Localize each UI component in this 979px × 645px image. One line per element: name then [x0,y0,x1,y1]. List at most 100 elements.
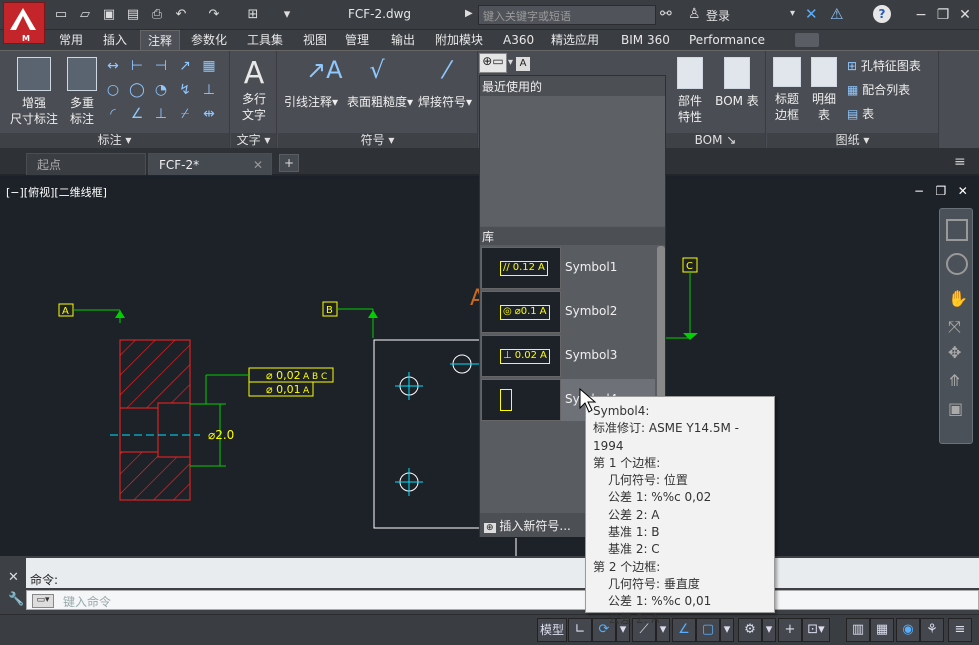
library-symbol-item[interactable]: ⊥ 0.02 A Symbol3 [481,335,655,377]
restore-icon[interactable]: ❐ [932,4,954,26]
ribbon-tab[interactable]: 常用 [52,30,90,50]
print-icon[interactable]: ⎙ [148,6,166,24]
angle-dim-icon[interactable]: ∠ [128,105,146,123]
save-icon[interactable]: ▣ [100,6,118,24]
space-dim-icon[interactable]: ⇹ [200,105,218,123]
minimize-icon[interactable]: − [910,4,932,26]
new-tab-icon[interactable]: + [279,154,299,172]
login-dropdown-icon[interactable]: ▾ [790,8,795,19]
crosshair-icon[interactable]: + [778,618,802,642]
text-panel-title[interactable]: 文字 ▾ [231,133,276,148]
redo-icon[interactable]: ↷ [205,6,223,24]
orbit-icon[interactable]: ✥ [948,343,961,362]
multiline-text-button[interactable]: A 多行 文字 [235,57,273,123]
datum-id-icon[interactable]: A [516,57,530,71]
chain-dim-icon[interactable]: ⊥ [152,105,170,123]
tab-list-icon[interactable]: ≡ [954,154,966,170]
fit-list-button[interactable]: ▦ 配合列表 [847,81,910,98]
command-input[interactable]: 键入命令 [26,590,979,610]
symbol-panel-title[interactable]: 符号 ▾ [278,133,477,148]
customization-icon[interactable]: ⚘ [920,618,944,642]
parts-list-button[interactable]: 明细 表 [807,57,841,123]
binoculars-icon[interactable]: ⚯ [660,6,672,22]
ribbon-tab[interactable]: Performance [682,30,772,50]
dimension-panel-title[interactable]: 标注 ▾ [0,133,229,148]
model-space-button[interactable]: 模型 [537,618,567,642]
ribbon-minimize-toggle[interactable] [795,33,819,47]
surface-texture-button[interactable]: 表面粗糙度▾ [347,93,413,110]
ribbon-tab[interactable]: 管理 [338,30,376,50]
diameter-dim-icon[interactable]: ◯ [128,81,146,99]
ribbon-tab[interactable]: 插入 [96,30,134,50]
status-menu-icon[interactable]: ≡ [948,618,972,642]
dim-style-icon[interactable]: ▦ [200,57,218,75]
exchange-icon[interactable]: ✕ [805,5,818,23]
close-icon[interactable]: ✕ [954,4,976,26]
ribbon-tab[interactable]: 附加模块 [428,30,490,50]
ribbon-tab[interactable]: A360 [496,30,541,50]
grid-icon[interactable]: ∟ [568,618,592,642]
undo-icon[interactable]: ↶ [172,6,190,24]
new-file-icon[interactable]: ▭ [52,6,70,24]
ribbon-tab[interactable]: 精选应用 [544,30,606,50]
save-as-icon[interactable]: ▤ [124,6,142,24]
library-symbol-item[interactable]: ◎ ⌀0.1 A Symbol2 [481,291,655,333]
ribbon-tab[interactable]: 注释 [140,30,181,50]
zoom-icon[interactable]: ⤧ [948,317,961,337]
close-tab-icon[interactable]: ✕ [253,154,263,176]
library-symbol-item[interactable]: //0.12 A Symbol1 [481,247,655,289]
ribbon-tab[interactable]: 工具集 [240,30,290,50]
title-block-button[interactable]: 标题 边框 [769,57,805,123]
doc-tab-start[interactable]: 起点 [26,153,146,175]
walk-icon[interactable]: ⤊ [948,371,961,390]
viewcube-icon[interactable] [946,219,968,241]
vp-close-icon[interactable]: ✕ [958,184,968,198]
command-prompt-icon[interactable]: ▭▾ [32,594,54,608]
clean-screen-icon[interactable]: ◉ [896,618,920,642]
arc-dim-icon[interactable]: ◜ [104,105,122,123]
workspace-icon[interactable]: ⊞ [244,6,262,24]
search-expand-icon[interactable]: ▶ [465,8,473,19]
workspace-switch-icon[interactable]: ⊡▾ [802,618,830,642]
baseline-dim-icon[interactable]: ⊣ [152,57,170,75]
leader-note-button[interactable]: 引线注释▾ [284,93,338,110]
ordinate-dim-icon[interactable]: ⊥ [200,81,218,99]
part-properties-button[interactable]: 部件 特性 [672,57,708,125]
user-icon[interactable]: ♙ [688,6,701,22]
isolate-icon[interactable]: ▥ [846,618,870,642]
ribbon-tab[interactable]: 视图 [296,30,334,50]
help-icon[interactable]: ? [873,5,891,23]
fcf-dropdown-arrow-icon[interactable]: ▾ [508,57,513,68]
break-dim-icon[interactable]: ⌿ [176,105,194,123]
ribbon-tab[interactable]: BIM 360 [614,30,677,50]
close-command-icon[interactable]: ✕ [8,570,19,585]
search-input[interactable]: 键入关键字或短语 [478,5,656,25]
steering-wheel-icon[interactable] [946,253,968,275]
command-settings-icon[interactable]: 🔧 [8,592,24,607]
bom-panel-title[interactable]: BOM ↘ [666,133,765,148]
weld-symbol-button[interactable]: 焊接符号▾ [418,93,472,110]
ribbon-tab[interactable]: 参数化 [184,30,234,50]
circle-dim-icon[interactable]: ○ [104,81,122,99]
radius-dim-icon[interactable]: ◔ [152,81,170,99]
table-button[interactable]: ▤ 表 [847,105,874,122]
feature-control-frame-button[interactable]: ⊕▭ [479,53,507,73]
bom-table-button[interactable]: BOM 表 [710,57,764,109]
multi-dimension-button[interactable]: 多重 标注 [62,57,102,127]
drawing-panel-title[interactable]: 图纸 ▾ [767,133,938,148]
hole-chart-button[interactable]: ⊞ 孔特征图表 [847,57,921,74]
enhanced-dimension-button[interactable]: 增强 尺寸标注 [8,57,60,127]
app-menu-button[interactable]: M [3,2,45,44]
ribbon-tab[interactable]: 输出 [384,30,422,50]
showmotion-icon[interactable]: ▣ [948,399,963,418]
aligned-dim-icon[interactable]: ⊢ [128,57,146,75]
jog-dim-icon[interactable]: ↯ [176,81,194,99]
autodesk-app-icon[interactable]: ⚠ [830,5,843,23]
open-file-icon[interactable]: ▱ [76,6,94,24]
login-button[interactable]: 登录 [706,7,730,24]
hardware-accel-icon[interactable]: ▦ [870,618,894,642]
doc-tab-fcf2[interactable]: FCF-2* ✕ [148,153,272,175]
linear-dim-icon[interactable]: ↔ [104,57,122,75]
customize-quick-access-icon[interactable]: ▾ [278,6,296,24]
pan-icon[interactable]: ✋ [948,289,968,308]
